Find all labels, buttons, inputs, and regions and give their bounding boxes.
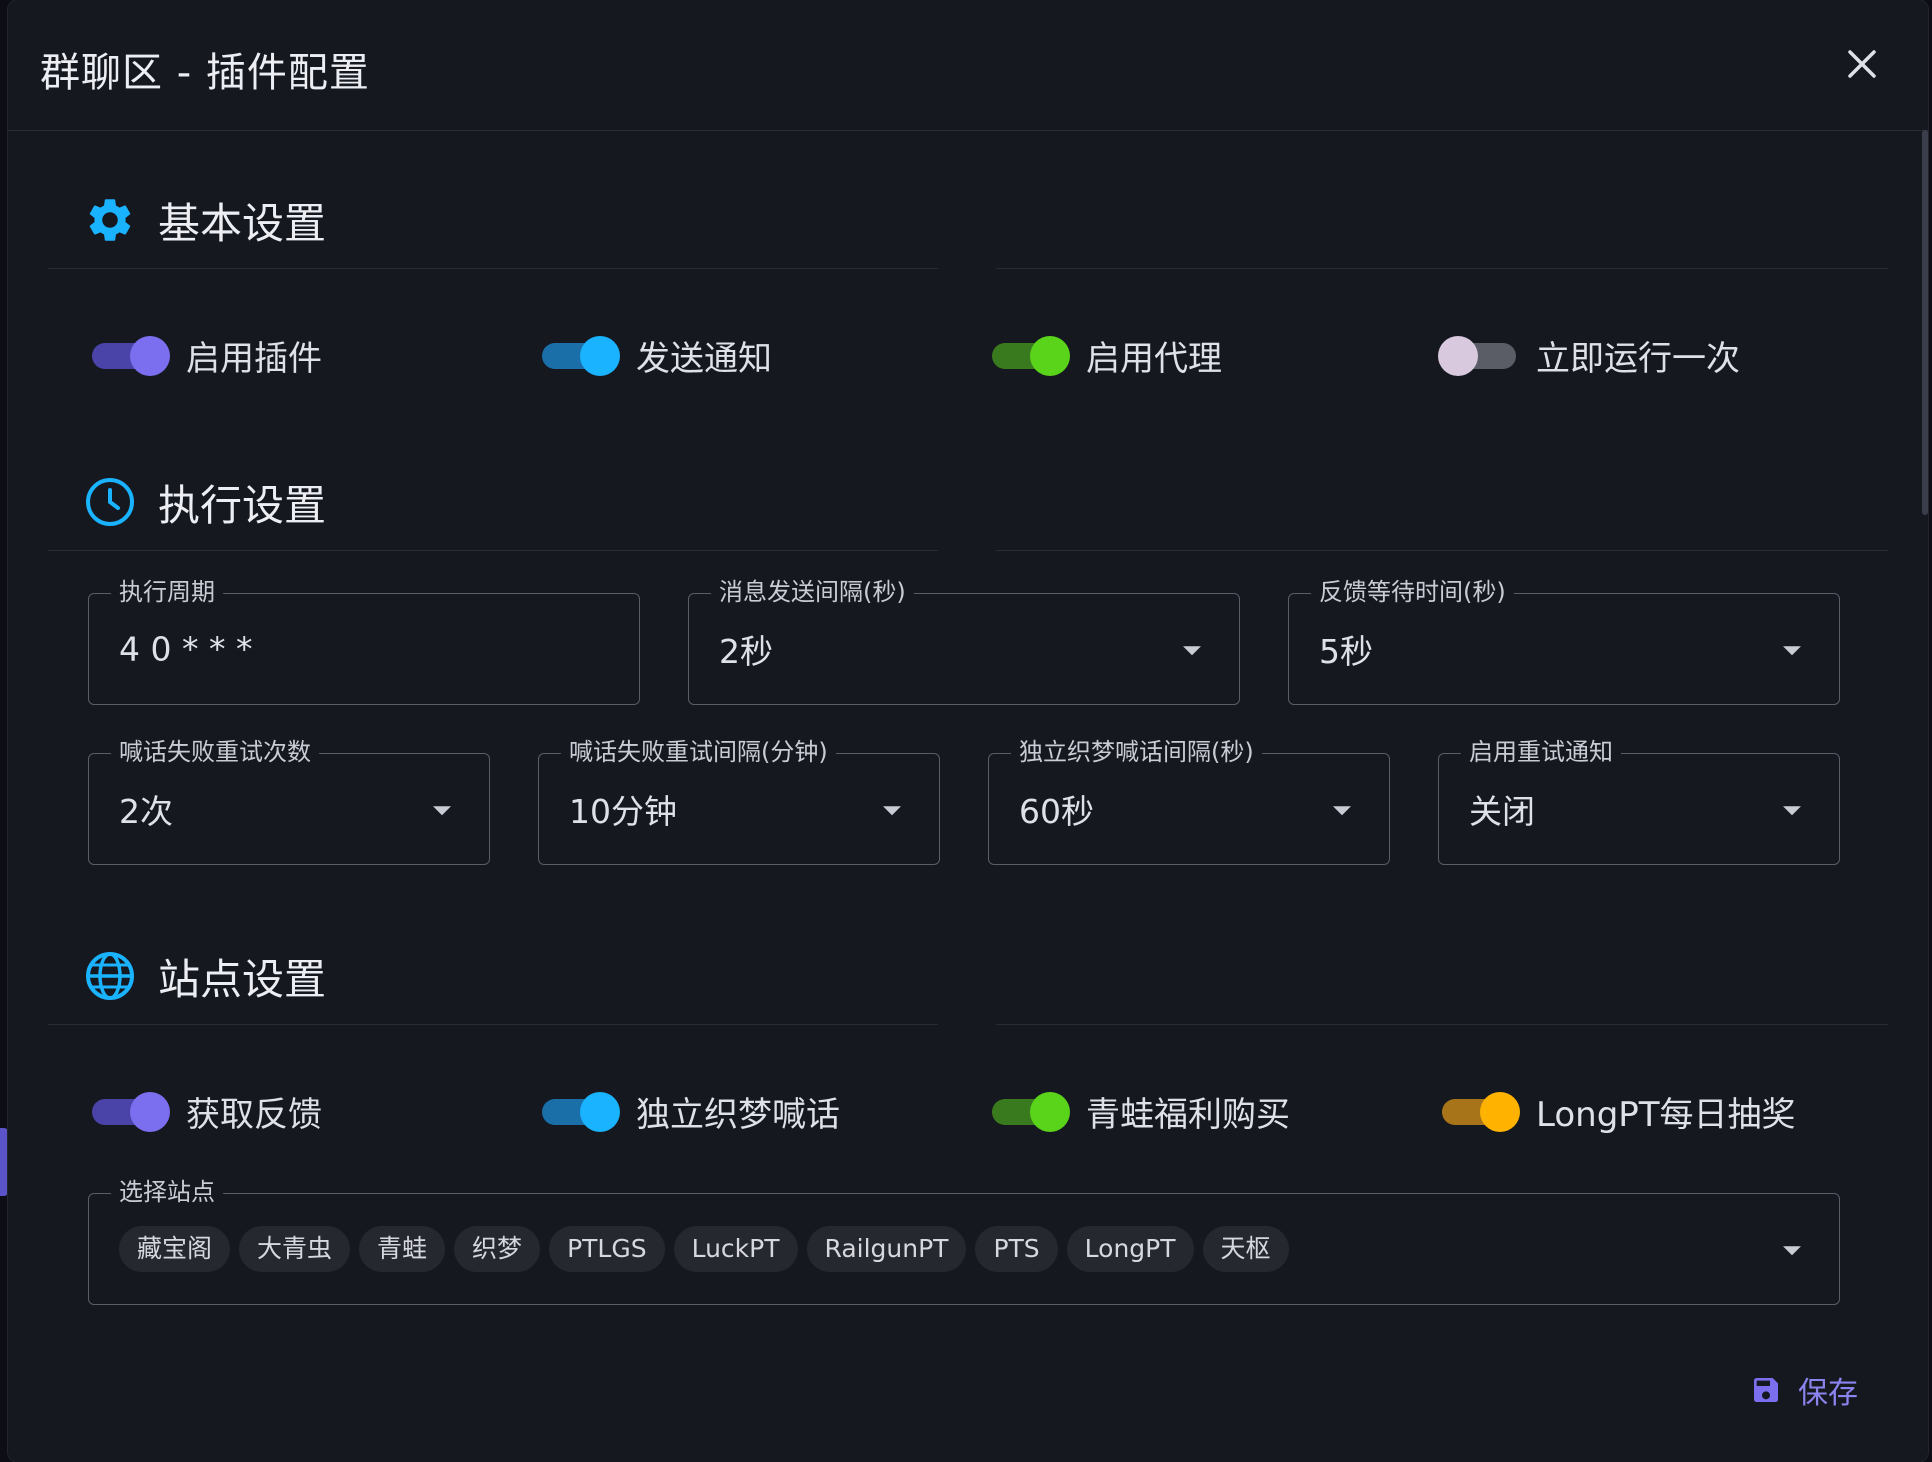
field-value: 2秒	[719, 632, 773, 671]
field-label: 喊话失败重试次数	[111, 736, 319, 768]
site-chip[interactable]: 天枢	[1202, 1226, 1289, 1272]
site-chip[interactable]: PTS	[975, 1226, 1058, 1272]
divider	[996, 268, 1888, 269]
chevron-down-icon	[1783, 646, 1801, 656]
site-chip[interactable]: LuckPT	[673, 1226, 798, 1272]
chevron-down-icon	[1183, 646, 1201, 656]
toggle-knob	[1030, 1091, 1070, 1132]
close-button[interactable]	[1842, 44, 1882, 84]
toggle-knob	[130, 1091, 170, 1132]
basic-toggle[interactable]	[1438, 335, 1516, 376]
field-label: 喊话失败重试间隔(分钟)	[561, 736, 836, 768]
dialog-header: 群聊区 - 插件配置	[8, 0, 1928, 131]
section-basic-settings: 基本设置	[84, 190, 326, 250]
field-label: 执行周期	[111, 576, 223, 608]
basic-toggle[interactable]	[542, 335, 620, 376]
site-chip[interactable]: 织梦	[454, 1226, 541, 1272]
cron-input[interactable]: 执行周期 4 0 * * *	[88, 576, 640, 705]
plugin-config-dialog: 群聊区 - 插件配置 基本设置 启用插件 发送通知 启用代理 立即运行一次 执行设置 …	[8, 0, 1928, 1462]
site-toggle[interactable]	[542, 1091, 620, 1132]
site-toggle[interactable]	[1442, 1091, 1520, 1132]
section-title-label: 基本设置	[158, 198, 327, 248]
toggle-label: 启用代理	[1086, 339, 1222, 379]
site-toggle[interactable]	[992, 1091, 1070, 1132]
field-value: 5秒	[1319, 632, 1373, 671]
field-label: 启用重试通知	[1461, 736, 1621, 768]
toggle-label: 启用插件	[186, 339, 322, 379]
site-toggle-row: 独立织梦喊话	[542, 1087, 840, 1136]
save-button[interactable]: 保存	[1750, 1368, 1858, 1412]
retry-interval-select[interactable]: 喊话失败重试间隔(分钟) 10分钟	[538, 736, 940, 865]
toggle-knob	[580, 335, 620, 376]
field-value: 关闭	[1469, 792, 1535, 831]
section-title-label: 执行设置	[158, 480, 327, 530]
site-chip[interactable]: LongPT	[1066, 1226, 1194, 1272]
site-chip[interactable]: 青蛙	[359, 1226, 446, 1272]
gear-icon	[89, 199, 131, 241]
field-label: 反馈等待时间(秒)	[1311, 576, 1514, 608]
basic-toggle-row: 立即运行一次	[1438, 331, 1740, 380]
toggle-label: 获取反馈	[186, 1095, 322, 1135]
feedback-wait-select[interactable]: 反馈等待时间(秒) 5秒	[1288, 576, 1840, 705]
floppy-disk-icon	[1754, 1378, 1778, 1402]
close-icon	[1848, 50, 1876, 78]
chevron-down-icon	[433, 806, 451, 816]
clock-icon	[86, 478, 134, 526]
divider	[48, 268, 938, 269]
basic-toggle-row: 启用代理	[992, 331, 1222, 380]
save-button-label: 保存	[1798, 1376, 1858, 1411]
basic-toggle-row: 启用插件	[92, 331, 322, 380]
divider	[996, 1024, 1888, 1025]
field-value: 10分钟	[569, 792, 677, 831]
site-chip[interactable]: 大青虫	[239, 1226, 351, 1272]
basic-toggle[interactable]	[992, 335, 1070, 376]
toggle-label: 独立织梦喊话	[636, 1095, 840, 1135]
section-site-settings: 站点设置	[84, 946, 326, 1006]
divider	[48, 550, 938, 551]
field-value: 2次	[119, 792, 173, 831]
field-label: 消息发送间隔(秒)	[711, 576, 914, 608]
site-toggle-row: 获取反馈	[92, 1087, 322, 1136]
section-execution-settings: 执行设置	[84, 472, 326, 532]
scrollbar[interactable]	[1922, 130, 1928, 515]
field-value: 4 0 * * *	[119, 629, 253, 669]
site-toggle-row: LongPT每日抽奖	[1442, 1087, 1796, 1136]
toggle-knob	[580, 1091, 620, 1132]
basic-toggle-row: 发送通知	[542, 331, 772, 380]
chevron-down-icon	[1333, 806, 1351, 816]
toggle-label: LongPT每日抽奖	[1536, 1095, 1796, 1135]
site-chip[interactable]: 藏宝阁	[119, 1226, 231, 1272]
retry-notify-select[interactable]: 启用重试通知 关闭	[1438, 736, 1840, 865]
section-title-label: 站点设置	[158, 954, 327, 1004]
toggle-label: 青蛙福利购买	[1086, 1095, 1290, 1135]
globe-icon	[86, 952, 134, 1000]
site-toggle[interactable]	[92, 1091, 170, 1132]
backdrop-tab	[0, 1128, 8, 1196]
chevron-down-icon	[883, 806, 901, 816]
toggle-label: 发送通知	[636, 339, 772, 379]
field-label: 独立织梦喊话间隔(秒)	[1011, 736, 1262, 768]
zhimeng-interval-select[interactable]: 独立织梦喊话间隔(秒) 60秒	[988, 736, 1390, 865]
chevron-down-icon	[1783, 1246, 1801, 1256]
site-toggle-row: 青蛙福利购买	[992, 1087, 1290, 1136]
site-chips: 藏宝阁 大青虫 青蛙 织梦 PTLGS LuckPT RailgunPT PTS LongPT 天…	[119, 1226, 1298, 1272]
toggle-knob	[130, 335, 170, 376]
chevron-down-icon	[1783, 806, 1801, 816]
message-interval-select[interactable]: 消息发送间隔(秒) 2秒	[688, 576, 1240, 705]
site-chip[interactable]: PTLGS	[549, 1226, 665, 1272]
toggle-knob	[1438, 335, 1478, 376]
field-label: 选择站点	[111, 1176, 223, 1208]
dialog-title: 群聊区 - 插件配置	[40, 50, 370, 96]
toggle-knob	[1030, 335, 1070, 376]
divider	[996, 550, 1888, 551]
site-multi-select[interactable]: 选择站点 藏宝阁 大青虫 青蛙 织梦 PTLGS LuckPT RailgunPT PTS Lo…	[88, 1176, 1840, 1305]
basic-toggle[interactable]	[92, 335, 170, 376]
toggle-knob	[1480, 1091, 1520, 1132]
field-value: 60秒	[1019, 792, 1094, 831]
retry-count-select[interactable]: 喊话失败重试次数 2次	[88, 736, 490, 865]
divider	[48, 1024, 938, 1025]
site-chip[interactable]: RailgunPT	[806, 1226, 967, 1272]
toggle-label: 立即运行一次	[1536, 339, 1740, 379]
